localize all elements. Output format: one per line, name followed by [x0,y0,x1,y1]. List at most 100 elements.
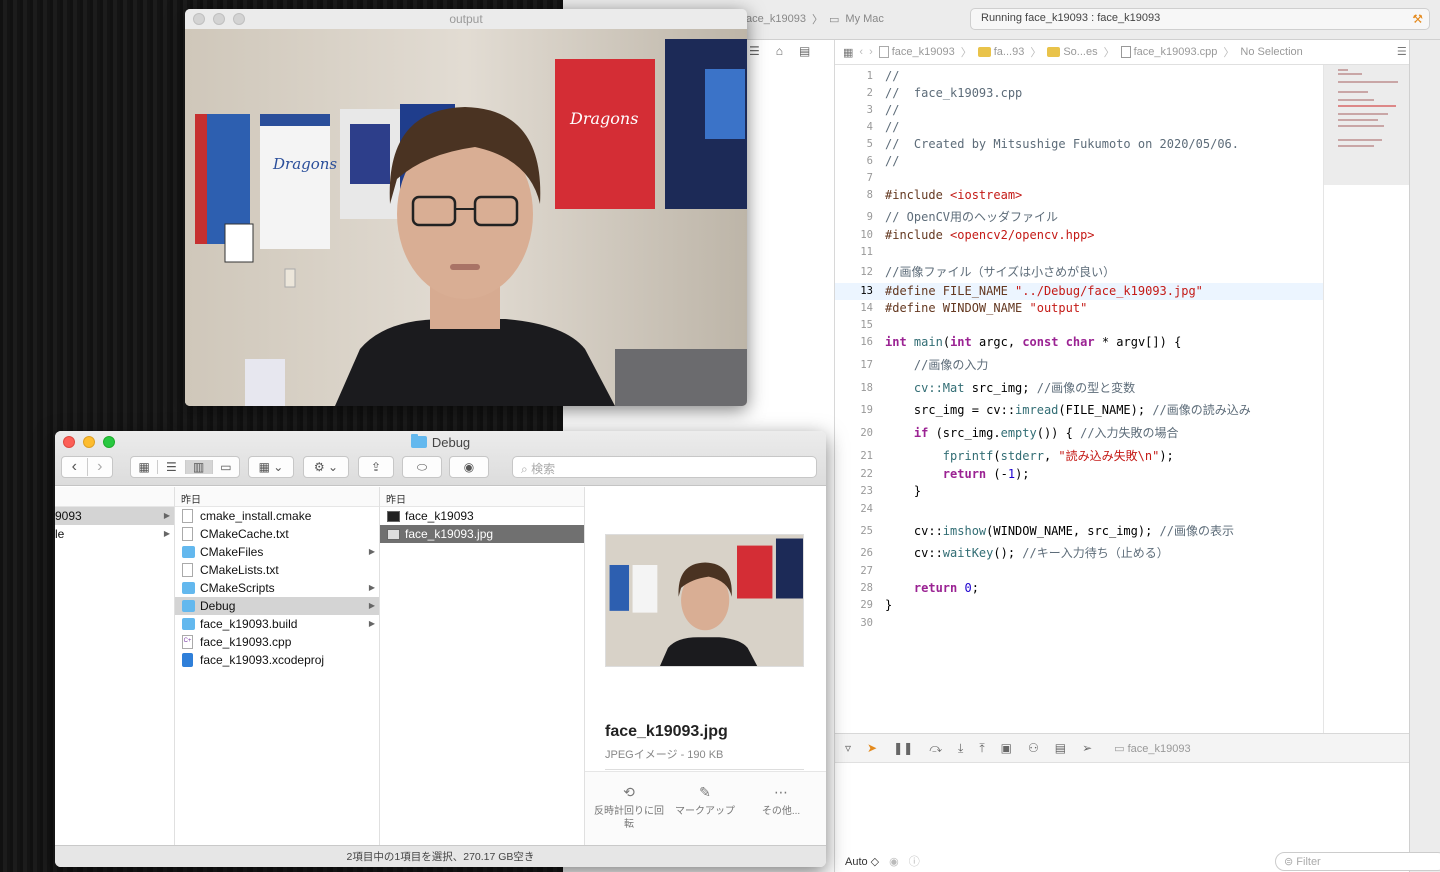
list-item[interactable]: CMakeFiles ▶ [175,543,379,561]
code-line[interactable]: 3 // [835,102,1323,119]
code-line[interactable]: 2 // face_k19093.cpp [835,85,1323,102]
code-line[interactable]: 30 [835,615,1323,632]
back-icon[interactable]: ‹ [62,458,87,476]
code-text[interactable]: } [885,597,892,614]
list-item[interactable]: CMakeCache.txt [175,525,379,543]
grid-icon[interactable]: ▦ [843,46,853,59]
code-line[interactable]: 18 cv::Mat src_img; //画像の型と変数 [835,380,1323,397]
code-text[interactable]: //画像ファイル（サイズは小さめが良い） [885,264,1115,281]
code-line[interactable]: 15 [835,317,1323,334]
column-view-icon[interactable]: ▥ [184,460,212,474]
breakpoints-icon[interactable]: ➤ [867,741,877,755]
search-input[interactable]: ⌕ 検索 [512,456,817,478]
info-icon[interactable]: ⓘ [909,853,920,869]
forward-icon[interactable]: › [86,458,113,476]
list-view-icon[interactable]: ☰ [157,460,184,474]
code-text[interactable]: } [885,483,921,500]
code-text[interactable]: return 0; [885,580,979,597]
scheme-selector[interactable]: face_k19093 〉 ▭ My Mac [743,8,884,30]
code-text[interactable]: // [885,68,899,85]
code-line[interactable]: 11 [835,244,1323,261]
column-header[interactable]: 昨日 [175,487,379,507]
related-items-icon[interactable]: ☰ [1397,45,1407,58]
code-text[interactable]: if (src_img.empty()) { //入力失敗の場合 [885,425,1179,442]
code-line[interactable]: 13 #define FILE_NAME "../Debug/face_k1909… [835,283,1323,300]
code-text[interactable]: // OpenCV用のヘッダファイル [885,209,1058,226]
quick-look-button[interactable]: ◉ [449,456,489,478]
tag-icon[interactable]: ⌂ [776,44,783,58]
code-line[interactable]: 7 [835,170,1323,187]
list-item[interactable]: Debug ▶ [175,597,379,615]
back-arrow-icon[interactable]: ‹ [859,46,863,58]
back-forward-buttons[interactable]: ‹ › [61,456,113,478]
code-line[interactable]: 9 // OpenCV用のヘッダファイル [835,209,1323,226]
code-line[interactable]: 28 return 0; [835,580,1323,597]
code-text[interactable]: // [885,153,899,170]
comment-icon[interactable]: ▤ [799,44,810,58]
step-over-icon[interactable]: ⤼ [929,741,942,756]
code-text[interactable]: //画像の入力 [885,357,988,374]
list-item[interactable]: face_k19093 [380,507,584,525]
location-icon[interactable]: ➢ [1082,741,1092,755]
action-button[interactable]: ⚙ ⌄ [303,456,349,478]
code-line[interactable]: 25 cv::imshow(WINDOW_NAME, src_img); //画… [835,523,1323,540]
zoom-button[interactable] [233,13,245,25]
code-text[interactable]: cv::waitKey(); //キー入力待ち（止める） [885,545,1169,562]
code-line[interactable]: 21 fprintf(stderr, "読み込み失敗\n"); [835,448,1323,465]
markup-button[interactable]: ✎ マークアップ [670,785,740,818]
rotate-left-button[interactable]: ⟲ 反時計回りに回転 [594,785,664,831]
icon-view-icon[interactable]: ▦ [131,460,157,474]
scheme-device[interactable]: My Mac [845,13,884,25]
code-line[interactable]: 17 //画像の入力 [835,357,1323,374]
share-button[interactable]: ⇪ [358,456,394,478]
jumpbar-project[interactable]: face_k19093 [878,46,955,59]
code-line[interactable]: 22 return (-1); [835,466,1323,483]
pause-icon[interactable]: ❚❚ [893,741,913,755]
code-line[interactable]: 14 #define WINDOW_NAME "output" [835,300,1323,317]
code-line[interactable]: 5 // Created by Mitsushige Fukumoto on 20… [835,136,1323,153]
code-text[interactable]: // [885,119,899,136]
code-line[interactable]: 10 #include <opencv2/opencv.hpp> [835,227,1323,244]
code-line[interactable]: 8 #include <iostream> [835,187,1323,204]
eye-icon[interactable]: ◉ [889,855,899,868]
list-item[interactable]: face_k19093.xcodeproj [175,651,379,669]
code-text[interactable]: #include <iostream> [885,187,1022,204]
code-text[interactable]: #define FILE_NAME "../Debug/face_k19093.… [885,283,1203,300]
list-item[interactable]: CMakeScripts ▶ [175,579,379,597]
code-text[interactable]: src_img = cv::imread(FILE_NAME); //画像の読み… [885,402,1251,419]
forward-arrow-icon[interactable]: › [869,46,873,58]
code-text[interactable]: int main(int argc, const char * argv[]) … [885,334,1181,351]
column-header[interactable]: 昨日 [380,487,584,507]
console-filter-input[interactable]: ⊜ Filter [1275,852,1440,871]
view-debugger-icon[interactable]: ▣ [1001,741,1012,755]
code-line[interactable]: 12 //画像ファイル（サイズは小さめが良い） [835,264,1323,281]
list-item[interactable]: CMakeLists.txt [175,561,379,579]
code-text[interactable]: cv::imshow(WINDOW_NAME, src_img); //画像の表… [885,523,1234,540]
code-line[interactable]: 16 int main(int argc, const char * argv[]… [835,334,1323,351]
scheme-target[interactable]: face_k19093 [743,13,806,25]
tags-button[interactable]: ⬭ [402,456,442,478]
code-line[interactable]: 27 [835,563,1323,580]
code-text[interactable]: #include <opencv2/opencv.hpp> [885,227,1095,244]
code-line[interactable]: 19 src_img = cv::imread(FILE_NAME); //画像… [835,402,1323,419]
code-text[interactable]: return (-1); [885,466,1030,483]
step-out-icon[interactable]: ⤒ [979,741,984,756]
jumpbar-sources[interactable]: So...es [1047,46,1098,58]
code-line[interactable]: 20 if (src_img.empty()) { //入力失敗の場合 [835,425,1323,442]
code-line[interactable]: 4 // [835,119,1323,136]
code-text[interactable]: fprintf(stderr, "読み込み失敗\n"); [885,448,1174,465]
source-editor[interactable]: 1 // 2 // face_k19093.cpp 3 // 4 // 5 // Created … [835,65,1323,733]
list-item[interactable]: face_k19093.jpg [380,525,584,543]
code-line[interactable]: 23 } [835,483,1323,500]
gallery-view-icon[interactable]: ▭ [211,460,239,474]
code-text[interactable]: // face_k19093.cpp [885,85,1022,102]
code-line[interactable]: 29} [835,597,1323,614]
step-into-icon[interactable]: ⤓ [958,741,963,756]
list-item[interactable]: C+ face_k19093.cpp [175,633,379,651]
group-button[interactable]: ▦ ⌄ [248,456,294,478]
console-mode-select[interactable]: Auto ◇ [845,855,879,868]
code-line[interactable]: 6 // [835,153,1323,170]
memory-graph-icon[interactable]: ⚇ [1028,741,1039,755]
more-button[interactable]: ⋯ その他... [746,785,816,818]
code-text[interactable]: // Created by Mitsushige Fukumoto on 202… [885,136,1239,153]
